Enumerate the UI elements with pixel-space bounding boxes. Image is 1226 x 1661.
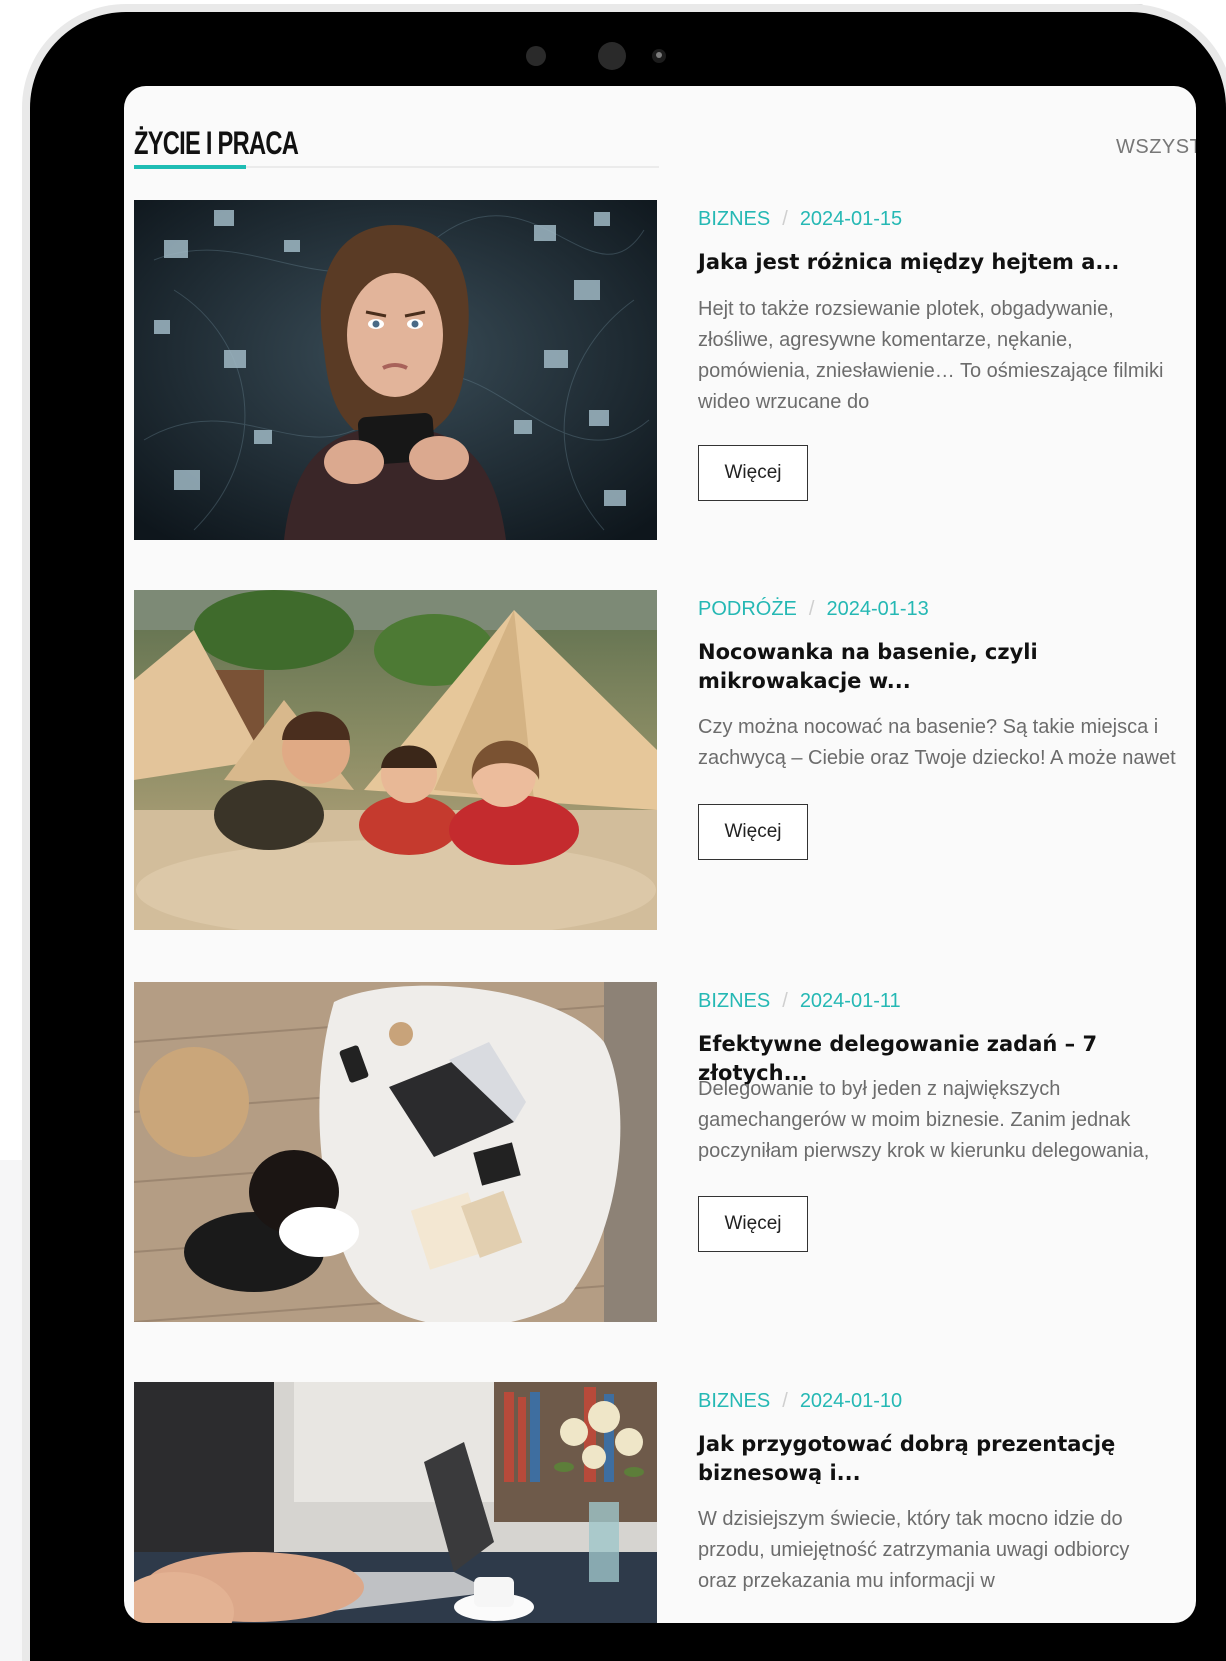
section-title-underline	[134, 165, 246, 169]
section-header: ŻYCIE I PRACA	[134, 120, 659, 169]
article-card: BIZNES/2024-01-11 Efektywne delegowanie …	[134, 982, 1196, 1322]
meta-separator: /	[782, 208, 788, 230]
more-button[interactable]: Więcej	[698, 445, 808, 501]
article-card: PODRÓŻE / 2024-01-13 Nocowanka na basenie,…	[134, 590, 1196, 930]
article-card: BIZNES / 2024-01-10 Jak przygotować dobrą …	[134, 1382, 1196, 1623]
meta-separator: /	[782, 1390, 788, 1412]
more-button[interactable]: Więcej	[698, 1196, 808, 1252]
kids-tents-photo	[134, 590, 657, 930]
article-title[interactable]: Jak przygotować dobrą prezentację biznes…	[698, 1430, 1188, 1488]
article-excerpt: Delegowanie to był jeden z największych …	[698, 1078, 1150, 1162]
article-thumbnail[interactable]	[134, 590, 657, 930]
laptop-desk-photo	[134, 982, 657, 1322]
article-meta: BIZNES / 2024-01-10	[698, 1390, 902, 1413]
article-date: 2024-01-13	[826, 598, 929, 620]
article-card: BIZNES / 2024-01-15 Jaka jest różnica międ…	[134, 200, 1196, 540]
meta-separator: /	[808, 598, 815, 620]
see-all-link[interactable]: WSZYST	[1116, 136, 1196, 159]
article-excerpt: Czy można nocować na basenie? Są takie m…	[698, 716, 1176, 769]
article-category[interactable]: PODRÓŻE	[698, 598, 797, 620]
article-thumbnail[interactable]	[134, 1382, 657, 1623]
article-excerpt: W dzisiejszym świecie, który tak mocno i…	[698, 1508, 1130, 1592]
article-category[interactable]: BIZNES	[698, 208, 770, 230]
article-title[interactable]: Nocowanka na basenie, czyli mikrowakacje…	[698, 638, 1188, 696]
section-title: ŻYCIE I PRACA	[134, 125, 299, 161]
camera-lens-icon	[598, 42, 626, 70]
camera-dot-icon	[526, 46, 546, 66]
article-date: 2024-01-10	[799, 1390, 903, 1412]
article-thumbnail[interactable]	[134, 982, 657, 1322]
article-meta: PODRÓŻE / 2024-01-13	[698, 598, 929, 621]
camera-sensor-icon	[652, 49, 666, 63]
article-date: 2024-01-11	[799, 990, 901, 1012]
article-title[interactable]: Jaka jest różnica między hejtem a...	[698, 248, 1188, 277]
woman-phone-photo	[134, 200, 657, 540]
article-category[interactable]: BIZNES	[698, 1390, 770, 1412]
article-date: 2024-01-15	[799, 208, 903, 230]
top-tab-handle	[1064, 4, 1144, 10]
article-meta: BIZNES / 2024-01-11	[698, 990, 901, 1013]
tablet-screen: ŻYCIE I PRACA WSZYST BIZNES / 2024-01-15…	[124, 86, 1196, 1623]
article-meta: BIZNES / 2024-01-15	[698, 208, 902, 231]
more-button[interactable]: Więcej	[698, 804, 808, 860]
tablet-frame: ŻYCIE I PRACA WSZYST BIZNES / 2024-01-15…	[30, 12, 1226, 1661]
article-excerpt: Hejt to także rozsiewanie plotek, obgady…	[698, 298, 1164, 413]
laptop-flowers-photo	[134, 1382, 657, 1623]
article-thumbnail[interactable]	[134, 200, 657, 540]
meta-separator: /	[782, 990, 788, 1012]
article-category[interactable]: BIZNES	[698, 990, 770, 1012]
